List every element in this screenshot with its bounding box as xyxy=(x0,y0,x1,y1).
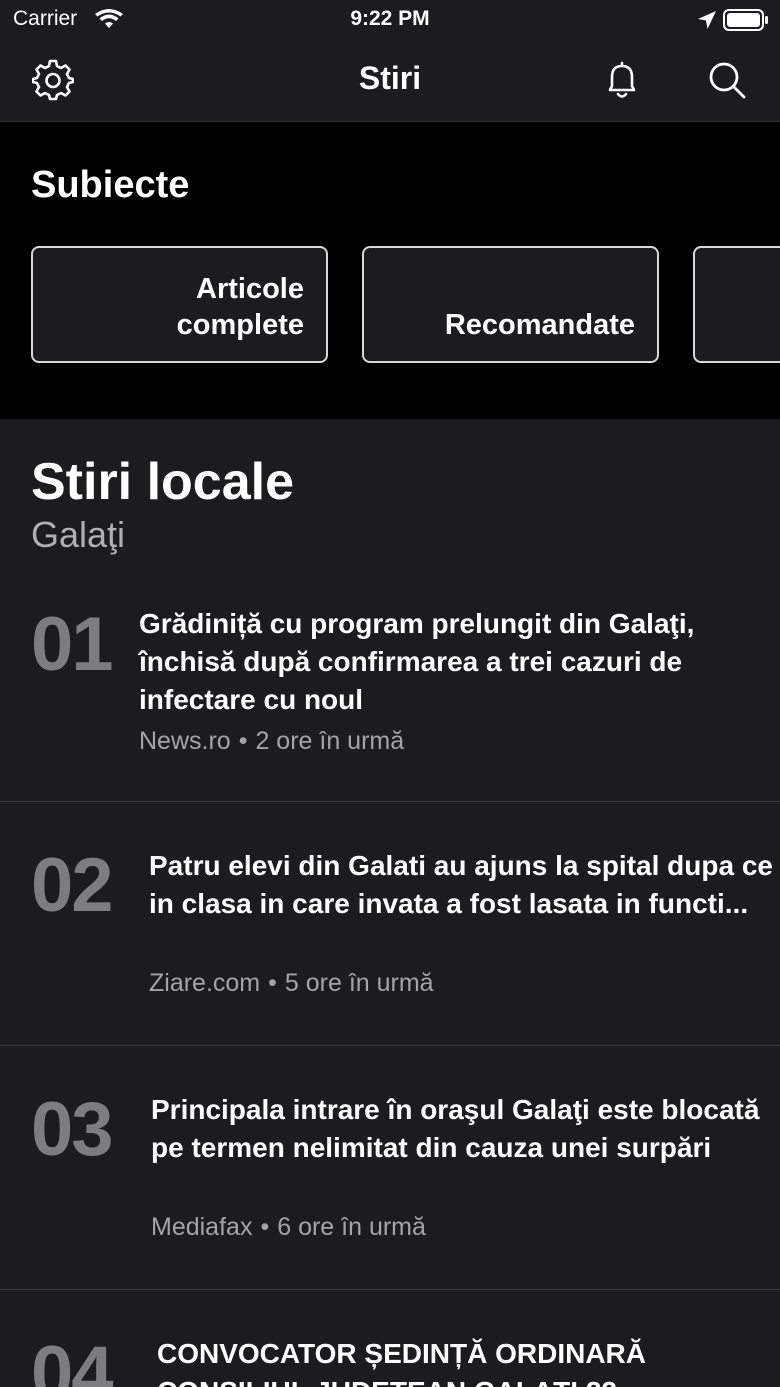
separator-dot: • xyxy=(268,969,277,997)
article-number: 01 xyxy=(31,602,114,687)
bell-icon[interactable] xyxy=(601,59,643,101)
article-source: News.ro xyxy=(139,727,231,755)
search-icon[interactable] xyxy=(706,59,748,101)
topics-section: Subiecte Articole complete Recomandate xyxy=(0,122,780,419)
article-item[interactable]: 01 Grădiniță cu program prelungit din Ga… xyxy=(0,583,780,801)
article-source: Ziare.com xyxy=(149,969,261,997)
separator-dot: • xyxy=(260,1213,270,1241)
topic-card-label-line2: complete xyxy=(176,309,304,341)
nav-bar: Stiri xyxy=(0,40,780,122)
topic-card-articole-complete[interactable]: Articole complete xyxy=(31,246,328,363)
article-number: 02 xyxy=(31,843,114,928)
article-number: 04 xyxy=(31,1331,114,1387)
article-meta: Ziare.com • 5 ore în urmă xyxy=(149,969,434,998)
topic-card-label-line1: Articole xyxy=(196,273,304,305)
separator-dot: • xyxy=(238,727,248,755)
article-headline: CONVOCATOR ȘEDINȚĂ ORDINARĂ CONSILIUL JU… xyxy=(157,1338,646,1387)
article-time: 5 ore în urmă xyxy=(284,969,434,997)
local-news-title: Stiri locale xyxy=(31,453,294,511)
article-number: 03 xyxy=(31,1087,114,1172)
location-arrow-icon xyxy=(698,11,716,29)
article-time: 6 ore în urmă xyxy=(277,1213,426,1241)
topic-card-label-line2: Recomandate xyxy=(444,309,635,341)
topic-card-partial[interactable] xyxy=(693,246,780,363)
article-headline: Patru elevi din Galati au ajuns la spita… xyxy=(149,850,773,919)
article-meta: News.ro • 2 ore în urmă xyxy=(139,727,404,756)
page-title: Stiri xyxy=(358,60,422,96)
topic-card-label: Recomandate xyxy=(445,307,635,343)
article-item[interactable]: 04 CONVOCATOR ȘEDINȚĂ ORDINARĂ CONSILIUL… xyxy=(0,1290,780,1387)
article-meta: Mediafax • 6 ore în urmă xyxy=(151,1213,426,1242)
article-headline: Principala intrare în oraşul Galaţi este… xyxy=(151,1094,760,1163)
local-news-location[interactable]: Galaţi xyxy=(31,514,125,556)
article-item[interactable]: 02 Patru elevi din Galati au ajuns la sp… xyxy=(0,802,780,1045)
article-time: 2 ore în urmă xyxy=(255,727,405,755)
article-item[interactable]: 03 Principala intrare în oraşul Galaţi e… xyxy=(0,1046,780,1289)
topic-card-label: Articole complete xyxy=(177,271,304,343)
article-source: Mediafax xyxy=(151,1213,253,1241)
battery-icon xyxy=(723,9,768,31)
topic-card-recomandate[interactable]: Recomandate xyxy=(362,246,659,363)
topics-heading: Subiecte xyxy=(31,164,190,206)
status-time: 9:22 PM xyxy=(350,7,430,30)
status-bar: Carrier 9:22 PM xyxy=(0,0,780,40)
article-headline: Grădiniță cu program prelungit din Galaţ… xyxy=(139,608,695,715)
